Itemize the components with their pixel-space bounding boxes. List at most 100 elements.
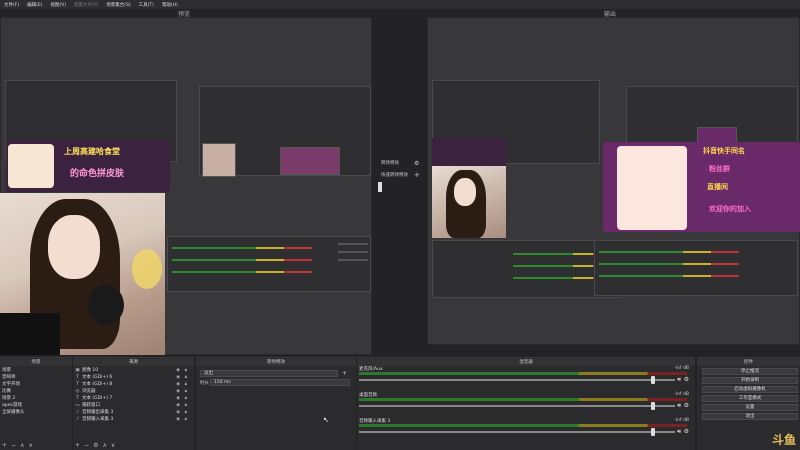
sources-title: 来源: [73, 359, 194, 366]
add-transition-icon[interactable]: +: [342, 370, 347, 377]
source-settings-icon[interactable]: ⚙: [93, 442, 98, 449]
scene-item[interactable]: apex游戏: [2, 403, 22, 409]
source-item[interactable]: ♪ 音频输出采集 3 ◉ 🔒︎: [75, 410, 188, 417]
transition-select[interactable]: 淡出: [200, 370, 338, 377]
menu-profile[interactable]: 配置文件(P): [74, 2, 98, 8]
eye-icon[interactable]: ◉: [176, 389, 180, 396]
lock-icon[interactable]: 🔒︎: [185, 375, 187, 382]
move-up-icon[interactable]: ∧: [20, 442, 24, 449]
menu-tools[interactable]: 工具(T): [139, 2, 154, 8]
banner-text-top: 上周高建哈食堂: [64, 147, 120, 156]
menu-help[interactable]: 帮助(H): [162, 2, 178, 8]
channel-db: -inf dB: [674, 418, 689, 423]
source-item[interactable]: ▭ 捕获窗口 ◉ 🔒︎: [75, 403, 188, 410]
volume-knob[interactable]: [650, 376, 655, 384]
scenes-dock: 场景 场景 音响师 文字开场 比赛 场景 2 apex游戏 全屏摄像头 + − …: [0, 357, 72, 450]
eye-icon[interactable]: ◉: [176, 403, 180, 410]
controls-title: 控件: [697, 359, 800, 366]
speaker-icon[interactable]: 🔊︎: [677, 376, 681, 384]
move-down-icon[interactable]: ∨: [28, 442, 32, 449]
menu-view[interactable]: 视图(V): [50, 2, 66, 8]
move-down-icon[interactable]: ∨: [111, 442, 115, 449]
scene-item[interactable]: 音响师: [2, 375, 16, 381]
mixer-channel: 桌面音频 -inf dB 🔊︎ ⚙: [359, 392, 691, 418]
scene-item[interactable]: 文字开场: [2, 382, 20, 388]
volume-knob[interactable]: [650, 428, 655, 436]
source-item[interactable]: ♪ 音频输入采集 3 ◉ 🔒︎: [75, 417, 188, 424]
sources-dock: 来源 ▣ 图像 10 ◉ 🔒︎ T 文本 (GDI+) 6 ◉ 🔒︎ T 文本 (GDI+) …: [73, 357, 194, 450]
level-meter: [359, 424, 687, 427]
transition-slider[interactable]: [378, 182, 382, 192]
gear-icon[interactable]: ⚙: [684, 428, 689, 435]
stop-streaming-button[interactable]: 停止推流: [702, 368, 798, 375]
eye-icon[interactable]: ◉: [176, 382, 180, 389]
gear-icon[interactable]: ⚙: [414, 160, 419, 167]
webcam-feed: [0, 193, 165, 355]
gear-icon[interactable]: ⚙: [684, 402, 689, 409]
douyu-watermark: 斗鱼: [771, 433, 796, 447]
source-item[interactable]: ◎ 浏览器 ◉ 🔒︎: [75, 389, 188, 396]
duration-label: 时长: [200, 381, 209, 386]
move-up-icon[interactable]: ∧: [102, 442, 106, 449]
eye-icon[interactable]: ◉: [176, 396, 180, 403]
source-item[interactable]: T 文本 (GDI+) 6 ◉ 🔒︎: [75, 375, 188, 382]
lock-icon[interactable]: 🔒︎: [185, 417, 187, 424]
source-item[interactable]: T 文本 (GDI+) 7 ◉ 🔒︎: [75, 396, 188, 403]
scene-item[interactable]: 比赛: [2, 389, 11, 395]
menu-bar: 文件(F) 编辑(E) 视图(V) 配置文件(P) 场景集合(S) 工具(T) …: [0, 0, 800, 9]
window-capture-icon: ▭: [75, 403, 80, 408]
volume-knob[interactable]: [650, 402, 655, 410]
lock-icon[interactable]: 🔒︎: [185, 368, 187, 375]
channel-db: -inf dB: [674, 392, 689, 397]
speaker-icon[interactable]: 🔊︎: [677, 402, 681, 410]
volume-slider[interactable]: [359, 431, 675, 433]
transitions-title: 转场特效: [196, 359, 356, 366]
eye-icon[interactable]: ◉: [176, 410, 180, 417]
eye-icon[interactable]: ◉: [176, 375, 180, 382]
scene-item[interactable]: 场景 2: [2, 396, 15, 402]
start-recording-button[interactable]: 开始录制: [702, 377, 798, 384]
plus-icon[interactable]: +: [414, 171, 420, 179]
source-item[interactable]: T 文本 (GDI+) 8 ◉ 🔒︎: [75, 382, 188, 389]
remove-source-icon[interactable]: −: [84, 442, 89, 449]
audio-output-icon: ♪: [76, 410, 79, 415]
lock-icon[interactable]: 🔒︎: [185, 396, 187, 403]
lock-icon[interactable]: 🔒︎: [185, 410, 187, 417]
lock-icon[interactable]: 🔒︎: [185, 403, 187, 410]
transitions-dock: 转场特效 淡出 + 时长 150 ms: [196, 357, 356, 450]
cartoon-character: [8, 144, 54, 188]
program-nested-mixer-2: [594, 240, 798, 296]
studio-mode-button[interactable]: 工作室模式: [702, 395, 798, 402]
menu-file[interactable]: 文件(F): [4, 2, 19, 8]
text-icon: T: [76, 375, 79, 380]
remove-scene-icon[interactable]: −: [11, 442, 16, 449]
quick-transition-label: 快速转场特效: [381, 173, 408, 178]
menu-edit[interactable]: 编辑(E): [27, 2, 42, 8]
banner-text-bottom: 的命色拼皮肤: [70, 169, 125, 179]
nested-banner: [280, 147, 340, 175]
source-item[interactable]: ▣ 图像 10 ◉ 🔒︎: [75, 368, 188, 375]
exit-button[interactable]: 退出: [702, 413, 798, 420]
scene-item[interactable]: 场景: [2, 368, 11, 374]
add-source-icon[interactable]: +: [75, 442, 80, 449]
menu-scene-collection[interactable]: 场景集合(S): [106, 2, 130, 8]
lock-icon[interactable]: 🔒︎: [185, 389, 187, 396]
program-webcam: [432, 166, 506, 238]
speaker-icon[interactable]: 🔊︎: [677, 428, 681, 436]
eye-icon[interactable]: ◉: [176, 368, 180, 375]
program-banner-line2: 粉丝群: [709, 165, 730, 173]
mixer-channel: 麦克风/Aux -inf dB 🔊︎ ⚙: [359, 366, 691, 392]
nested-webcam: [202, 143, 236, 177]
eye-icon[interactable]: ◉: [176, 417, 180, 424]
lock-icon[interactable]: 🔒︎: [185, 382, 187, 389]
volume-slider[interactable]: [359, 379, 675, 381]
audio-input-icon: ♪: [76, 417, 79, 422]
scene-item[interactable]: 全屏摄像头: [2, 410, 25, 416]
program-banner-line4: 欢迎你的加入: [709, 205, 751, 213]
virtual-camera-button[interactable]: 启动虚拟摄像机: [702, 386, 798, 393]
duration-input[interactable]: 150 ms: [210, 379, 350, 386]
volume-slider[interactable]: [359, 405, 675, 407]
settings-button[interactable]: 设置: [702, 404, 798, 411]
gear-icon[interactable]: ⚙: [684, 376, 689, 383]
add-scene-icon[interactable]: +: [2, 442, 7, 449]
